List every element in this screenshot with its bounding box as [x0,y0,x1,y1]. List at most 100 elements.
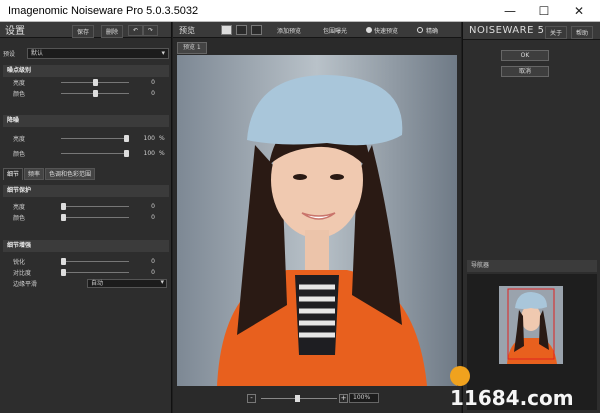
help-button[interactable]: 帮助 [571,26,594,39]
edge-smoothing-label: 边缘平滑 [13,281,38,288]
slider-label: 亮度 [13,136,26,143]
minimize-button[interactable]: — [497,2,523,20]
zoom-bar: - + 100% [173,388,461,413]
slider-track[interactable] [61,79,129,86]
settings-panel: 设置 保存 删除 ↶ ↷ 预设 默认 噪点级别 亮度 0 颜色 0 降噪 [0,22,172,413]
noiseware-logo: NOISEWARE 5 [469,25,545,36]
noise-reduction-title: 降噪 [3,115,169,127]
detail-enhance-section: 细节增强 锐化 0 对比度 0 边缘平滑 自动 [3,240,169,289]
ok-button[interactable]: OK [501,50,549,61]
edge-smoothing-row: 边缘平滑 自动 [3,278,169,289]
zoom-slider[interactable] [261,395,337,402]
contrast-row: 对比度 0 [3,267,169,278]
slider-knob[interactable] [93,90,98,97]
zoom-out-button[interactable]: - [247,394,256,403]
navigator-thumbnail[interactable] [499,286,563,364]
slider-track[interactable] [61,90,129,97]
save-preset-button[interactable]: 保存 [72,25,95,38]
slider-unit: % [159,135,165,142]
settings-title: 设置 [5,26,25,37]
cancel-button[interactable]: 取消 [501,66,549,77]
slider-label: 亮度 [13,204,26,211]
slider-knob[interactable] [61,214,66,221]
fast-preview-radio[interactable] [366,27,372,33]
about-button[interactable]: 关于 [545,26,568,39]
single-view-icon[interactable] [221,25,232,35]
preset-row: 预设 默认 [3,47,169,59]
split-horizontal-icon[interactable] [236,25,247,35]
slider-track[interactable] [61,214,129,221]
preset-label: 预设 [3,50,16,58]
slider-label: 颜色 [13,151,26,158]
slider-track[interactable] [61,258,129,265]
watermark-text: 11684.com [450,386,574,410]
slider-knob[interactable] [124,150,129,157]
delete-preset-button[interactable]: 删除 [101,25,124,38]
slider-knob[interactable] [124,135,129,142]
detail-protection-title: 细节保护 [3,185,169,197]
slider-knob[interactable] [61,258,66,265]
noise-level-color-row: 颜色 0 [3,88,169,99]
watermark-logo-icon [450,365,470,386]
tab-tone-color[interactable]: 色调和色彩范围 [45,168,96,180]
tab-frequency[interactable]: 频率 [24,168,45,180]
slider-track[interactable] [61,269,129,276]
detail-protection-section: 细节保护 亮度 0 颜色 0 [3,185,169,223]
window-title: Imagenomic Noiseware Pro 5.0.3.5032 [8,5,199,17]
slider-knob[interactable] [93,79,98,86]
noise-reduction-section: 降噪 亮度 100 % 颜色 100 % [3,115,169,159]
preview-tab[interactable]: 预览 1 [177,42,207,54]
detail-protection-luminance-row: 亮度 0 [3,201,169,212]
settings-tabs: 细节 频率 色调和色彩范围 [3,168,169,180]
preview-label: 预览 [179,26,195,35]
detail-protection-color-row: 颜色 0 [3,212,169,223]
slider-value[interactable]: 0 [133,269,155,276]
slider-label: 对比度 [13,270,32,277]
undo-icon[interactable]: ↶ [128,25,144,36]
site-watermark: 11684.com [450,362,595,410]
zoom-slider-knob[interactable] [295,395,300,402]
zoom-in-button[interactable]: + [339,394,348,403]
slider-value[interactable]: 0 [133,79,155,86]
preset-select[interactable]: 默认 [27,47,169,59]
accurate-radio[interactable] [417,27,423,33]
sharpen-row: 锐化 0 [3,256,169,267]
slider-value[interactable]: 100 [133,150,155,157]
noise-reduction-color-row: 颜色 100 % [3,148,169,159]
detail-enhance-title: 细节增强 [3,240,169,252]
slider-label: 颜色 [13,215,26,222]
noise-level-luminance-row: 亮度 0 [3,77,169,88]
navigator-header: 导航器 [467,260,597,272]
slider-knob[interactable] [61,269,66,276]
slider-track[interactable] [61,150,129,157]
portrait-photo [177,55,457,386]
slider-track[interactable] [61,203,129,210]
maximize-button[interactable]: ☐ [531,2,557,20]
slider-label: 锐化 [13,259,26,266]
slider-value[interactable]: 0 [133,90,155,97]
redo-icon[interactable]: ↷ [143,25,159,36]
right-panel: NOISEWARE 5 关于 帮助 OK 取消 导航器 [462,22,600,413]
navigator-thumbnail-image [499,286,563,364]
slider-value[interactable]: 0 [133,214,155,221]
noise-level-title: 噪点级别 [3,65,169,77]
preview-image[interactable] [177,55,457,386]
slider-value[interactable]: 100 [133,135,155,142]
slider-label: 亮度 [13,80,26,87]
bracket-exposure-button[interactable]: 包围曝光 [323,26,347,35]
slider-track[interactable] [61,135,129,142]
tab-detail[interactable]: 细节 [3,168,24,180]
accurate-label: 精确 [426,28,439,35]
slider-knob[interactable] [61,203,66,210]
close-button[interactable]: ✕ [566,2,592,20]
fast-preview-label: 快速预览 [374,28,399,35]
slider-value[interactable]: 0 [133,258,155,265]
slider-value[interactable]: 0 [133,203,155,210]
app-body: 设置 保存 删除 ↶ ↷ 预设 默认 噪点级别 亮度 0 颜色 0 降噪 [0,22,600,413]
slider-label: 颜色 [13,91,26,98]
edge-smoothing-select[interactable]: 自动 [87,279,167,288]
add-preview-button[interactable]: 添加预览 [277,26,301,35]
preview-toolbar: 预览 添加预览 包围曝光 快速预览 精确 [173,22,461,38]
split-vertical-icon[interactable] [251,25,262,35]
zoom-level-select[interactable]: 100% [349,393,379,403]
